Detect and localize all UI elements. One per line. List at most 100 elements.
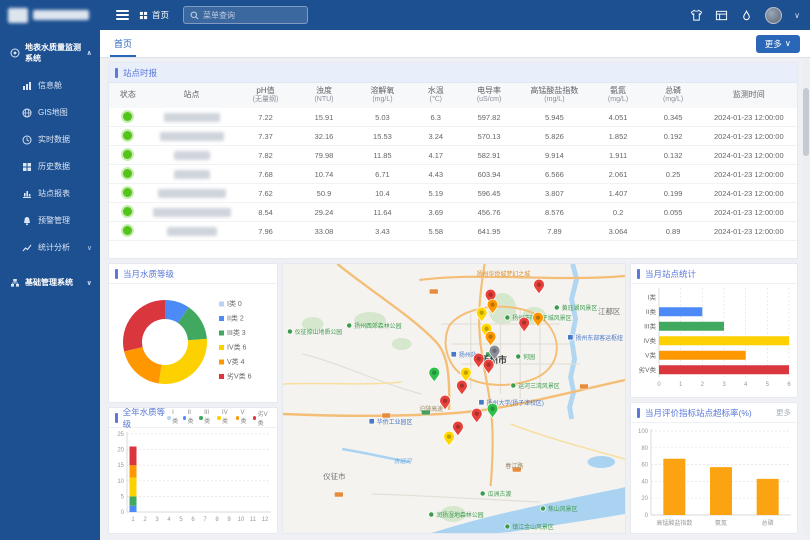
station-report-panel: 站点时报 状态站点pH值(无量纲)浊度(NTU)溶解氧(mg/L)水温(℃)电导… [108,62,798,259]
menu-search[interactable] [183,6,308,24]
svg-text:1: 1 [131,517,135,523]
status-ok-dot [123,226,132,235]
panel-title: 当月评价指标站点超标率(%) [645,407,752,419]
annual-quality-panel: 全年水质等级 I类II类III类IV类V类劣V类 051015202512345… [108,407,278,534]
column-header: 站点 [147,83,236,108]
search-input[interactable] [203,11,301,20]
vertical-bar-chart: 020406080100高锰酸盐指数氨氮总磷 [631,423,797,529]
station-map[interactable]: 扬州市江都区仪征市扬州西郊森林公园仪征捺山地质公园扬州市隋唐子城风景区黄珏湖风景… [282,263,626,534]
svg-text:80: 80 [641,446,648,452]
hamburger-menu-icon[interactable] [116,10,129,20]
sidebar-item-statistics[interactable]: 统计分析 ∨ [0,234,100,261]
svg-text:4: 4 [167,517,171,523]
sidebar-item-info-cabin[interactable]: 信息舱 [0,72,100,99]
breadcrumb[interactable]: 首页 [139,9,169,21]
column-header: 总磷(mg/L) [646,83,701,108]
svg-text:4: 4 [744,382,748,388]
app-window: 地表水质量监测系统 ∧ 信息舱 GIS地图 实时数据 历史数据 站点报表 预警管… [0,0,810,540]
svg-text:1: 1 [679,382,683,388]
svg-text:11: 11 [250,517,257,523]
logo [0,0,100,30]
svg-text:I类: I类 [648,292,657,301]
panel-accent-bar [115,413,118,423]
svg-text:高锰酸盐指数: 高锰酸盐指数 [656,519,692,527]
clock-icon [22,135,32,145]
svg-text:5: 5 [766,382,770,388]
user-menu-caret-icon[interactable]: ∨ [794,11,800,20]
logo-text-redacted [33,10,89,20]
legend-item[interactable]: 劣V类 [253,409,271,427]
chevron-up-icon: ∧ [86,49,92,57]
monthly-quality-panel: 当月水质等级 I类 0II类 2III类 3IV类 6V类 4劣V类 6 [108,263,278,403]
svg-text:5: 5 [121,494,125,500]
legend-item[interactable]: I类 [167,410,179,425]
map-label: 仪征市 [323,471,346,481]
page-scrollbar [803,60,809,536]
dashboard-content: 站点时报 状态站点pH值(无量纲)浊度(NTU)溶解氧(mg/L)水温(℃)电导… [100,58,810,540]
svg-text:V类 4: V类 4 [227,357,245,366]
sidebar-item-realtime-data[interactable]: 实时数据 [0,126,100,153]
user-avatar[interactable] [765,7,782,24]
svg-text:10: 10 [238,517,245,523]
svg-text:IV类 6: IV类 6 [227,343,247,352]
legend-item[interactable]: IV类 [217,410,232,425]
sidebar-group-label: 地表水质量监测系统 [25,42,81,64]
svg-text:总磷: 总磷 [762,519,774,527]
sidebar-group-label: 基础管理系统 [25,277,73,288]
svg-text:7: 7 [203,517,207,523]
svg-text:6: 6 [787,382,791,388]
map-label: 春江路 [505,462,523,470]
station-row: 8.5429.2411.643.69456.768.5760.20.055202… [109,203,797,222]
svg-text:60: 60 [641,463,648,469]
column-header: 浊度(NTU) [295,83,353,108]
top-navbar: 首页 ∨ [100,0,810,30]
panel-header: 站点时报 [109,63,797,83]
monthly-station-stats-panel: 当月站点统计 0123456I类II类III类IV类V类劣V类 [630,263,798,398]
flame-icon[interactable] [740,9,753,22]
sidebar-group-base-management[interactable]: 基础管理系统 ∨ [0,261,100,296]
svg-text:IV类: IV类 [643,336,656,345]
station-row: 7.2215.915.036.3597.825.9454.0510.345202… [109,108,797,127]
panel-accent-bar [115,68,118,78]
svg-text:0: 0 [657,382,661,388]
map-label: 运河三湾风景区 [518,382,559,390]
svg-text:2: 2 [701,382,705,388]
exceedance-rate-panel: 当月评价指标站点超标率(%) 更多 020406080100高锰酸盐指数氨氮总磷 [630,402,798,534]
breadcrumb-home: 首页 [152,9,169,21]
map-label: 润扬湿地森林公园 [436,511,483,519]
column-header: pH值(无量纲) [236,83,294,108]
sidebar-item-alert-management[interactable]: 预警管理 [0,207,100,234]
svg-text:III类 3: III类 3 [227,328,246,337]
svg-text:II类 2: II类 2 [227,314,244,323]
tab-home[interactable]: 首页 [110,30,136,57]
layout-fullscreen-icon[interactable] [715,9,728,22]
sidebar-group-water-system[interactable]: 地表水质量监测系统 ∧ [0,30,100,72]
sidebar-item-history-data[interactable]: 历史数据 [0,153,100,180]
donut-chart: I类 0II类 2III类 3IV类 6V类 4劣V类 6 [109,284,277,400]
svg-text:20: 20 [117,448,124,454]
svg-text:劣V类: 劣V类 [639,365,657,374]
svg-text:10: 10 [117,479,124,485]
legend-item[interactable]: V类 [236,410,249,425]
legend-item[interactable]: II类 [183,410,196,425]
station-name-redacted [158,189,226,198]
scrollbar-thumb[interactable] [803,88,809,156]
map-label: 扬州华侨城梦幻之城 [477,270,530,278]
more-button[interactable]: 更多∨ [756,35,800,53]
more-link[interactable]: 更多 [776,407,791,418]
map-label: 黄珏湖风景区 [562,304,598,312]
column-header: 监测时间 [701,83,797,108]
map-label: 何园 [523,353,535,361]
map-label: 扬州西郊森林公园 [354,322,401,330]
stacked-bar-chart: 0510152025123456789101112 [109,428,277,528]
station-data-table: 状态站点pH值(无量纲)浊度(NTU)溶解氧(mg/L)水温(℃)电导率(uS/… [109,83,797,241]
legend-item[interactable]: III类 [199,410,213,425]
svg-text:20: 20 [641,496,648,502]
sidebar-item-station-report[interactable]: 站点报表 [0,180,100,207]
theme-shirt-icon[interactable] [690,9,703,22]
sidebar-item-gis-map[interactable]: GIS地图 [0,99,100,126]
column-header: 电导率(uS/cm) [460,83,518,108]
svg-text:8: 8 [215,517,219,523]
station-row: 7.6250.910.45.19596.453.8071.4070.199202… [109,184,797,203]
svg-text:12: 12 [262,517,269,523]
